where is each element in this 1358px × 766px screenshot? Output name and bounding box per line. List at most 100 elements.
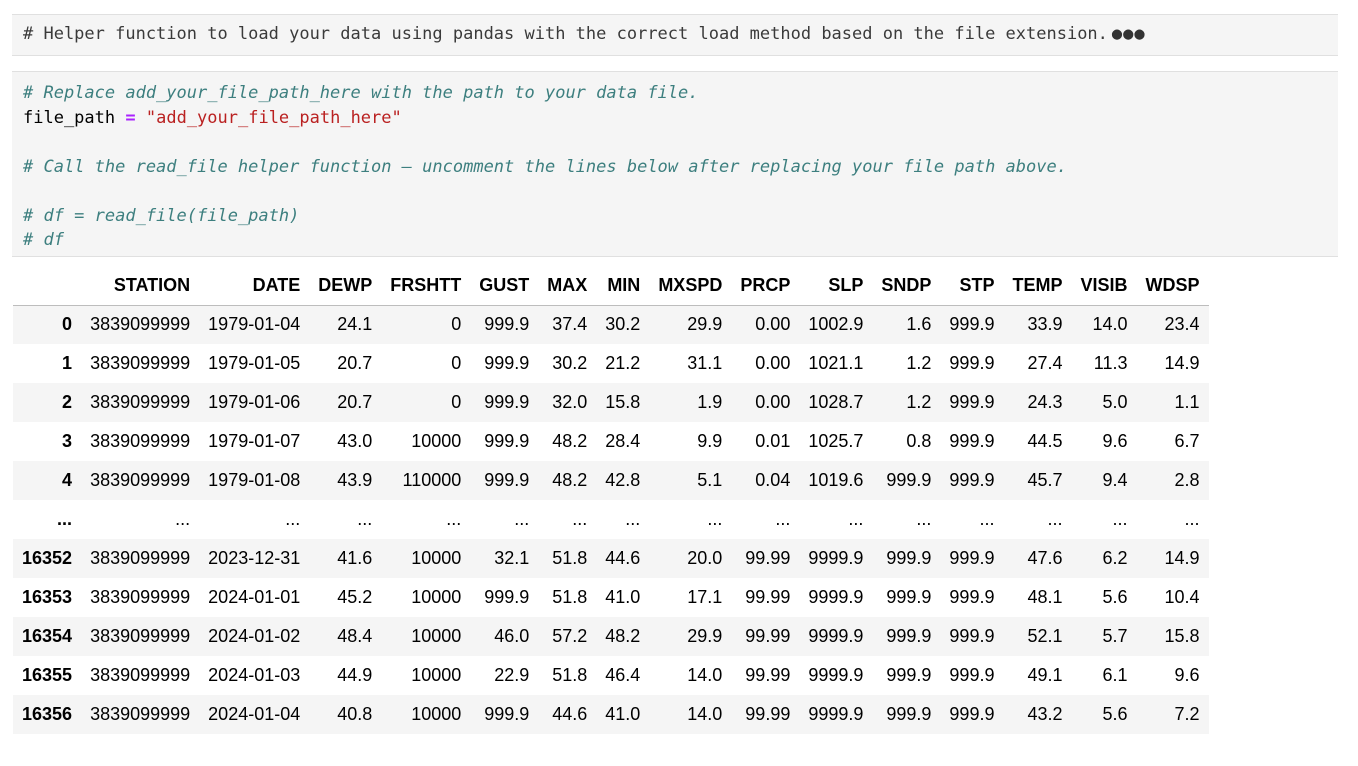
table-cell: 30.2 <box>605 314 641 335</box>
table-cell: 9999.9 <box>808 665 864 685</box>
table-cell: 110000 <box>402 470 462 490</box>
table-row: 16355 3839099999 2024-01-03 44.9 10000 22.9 51… <box>13 656 1209 695</box>
table-row: 1 3839099999 1979-01-05 20.7 0 999.9 30.2 21.2 3… <box>13 344 1209 383</box>
row-index: 2 <box>62 392 73 412</box>
table-cell: 6.7 <box>1174 431 1200 451</box>
table-cell: 999.9 <box>484 704 530 724</box>
table-cell: 20.7 <box>337 392 373 412</box>
table-cell: 99.99 <box>745 665 791 685</box>
table-cell: 1.2 <box>906 392 932 412</box>
table-cell: 1979-01-06 <box>208 392 301 412</box>
table-cell: 9999.9 <box>808 626 864 646</box>
table-cell: 9999.9 <box>808 587 864 607</box>
table-cell: 45.7 <box>1027 470 1063 490</box>
table-cell: 14.0 <box>1092 314 1128 335</box>
table-cell: 0.8 <box>906 431 932 451</box>
table-cell: 37.4 <box>552 314 588 335</box>
table-cell: 999.9 <box>484 353 530 373</box>
table-row: 16354 3839099999 2024-01-02 48.4 10000 46.0 57… <box>13 617 1209 656</box>
row-index: 16353 <box>22 587 73 607</box>
table-cell: 999.9 <box>949 704 995 724</box>
table-cell: 46.0 <box>494 626 530 646</box>
column-header-slp: SLP <box>799 266 873 306</box>
expand-ellipsis-icon[interactable]: ●●● <box>1112 24 1146 44</box>
table-cell: 24.3 <box>1027 392 1063 412</box>
table-row: 2 3839099999 1979-01-06 20.7 0 999.9 32.0 15.8 1… <box>13 383 1209 422</box>
row-index: ... <box>57 509 73 529</box>
table-cell: 10000 <box>411 587 462 607</box>
table-cell: 3839099999 <box>90 470 191 490</box>
table-cell: 9999.9 <box>808 548 864 568</box>
table-cell: 3839099999 <box>90 626 191 646</box>
table-cell: 1979-01-05 <box>208 353 301 373</box>
table-cell: 28.4 <box>605 431 641 451</box>
table-cell: 10000 <box>411 665 462 685</box>
df-comment: # df <box>23 230 64 250</box>
code-line-2: file_path = "add_your_file_path_here" <box>23 106 1327 131</box>
table-cell: 999.9 <box>949 548 995 568</box>
table-cell: 2024-01-02 <box>208 626 301 646</box>
table-cell: 1.6 <box>906 314 932 335</box>
table-cell: 9.4 <box>1102 470 1128 490</box>
collapsed-code-cell[interactable]: # Helper function to load your data usin… <box>12 14 1338 56</box>
table-cell: 10000 <box>411 431 462 451</box>
table-cell: 2024-01-01 <box>208 587 301 607</box>
table-cell: 3839099999 <box>90 587 191 607</box>
collapsed-cell-line: # Helper function to load your data usin… <box>23 24 1146 44</box>
table-cell: 0 <box>451 314 462 335</box>
table-cell: 2023-12-31 <box>208 548 301 568</box>
table-cell: 30.2 <box>552 353 588 373</box>
table-cell: 0.01 <box>755 431 791 451</box>
helper-comment: # Helper function to load your data usin… <box>23 24 1108 44</box>
table-cell: 42.8 <box>605 470 641 490</box>
table-cell: ... <box>625 509 641 529</box>
table-cell: 999.9 <box>949 470 995 490</box>
table-cell: 99.99 <box>745 548 791 568</box>
table-cell: 999.9 <box>886 470 932 490</box>
table-cell: 99.99 <box>745 626 791 646</box>
table-cell: 11.3 <box>1093 353 1128 373</box>
table-cell: ... <box>848 509 864 529</box>
table-cell: 999.9 <box>886 587 932 607</box>
table-cell: 22.9 <box>494 665 530 685</box>
table-cell: 0.00 <box>755 353 791 373</box>
table-cell: 14.9 <box>1164 353 1200 373</box>
table-cell: 32.0 <box>552 392 588 412</box>
code-cell[interactable]: # Replace add_your_file_path_here with t… <box>12 71 1338 257</box>
table-cell: ... <box>514 509 530 529</box>
table-cell: 15.8 <box>1164 626 1200 646</box>
row-index: 3 <box>62 431 73 451</box>
table-cell: ... <box>446 509 462 529</box>
table-cell: 999.9 <box>949 314 995 335</box>
table-cell: ... <box>1184 509 1200 529</box>
table-cell: 31.1 <box>687 353 723 373</box>
table-cell: 9999.9 <box>808 704 864 724</box>
table-cell: 3839099999 <box>90 548 191 568</box>
table-cell: 5.6 <box>1102 704 1128 724</box>
table-cell: 17.1 <box>687 587 723 607</box>
table-cell: 999.9 <box>949 665 995 685</box>
table-cell: 999.9 <box>484 314 530 335</box>
table-cell: 2.8 <box>1174 470 1200 490</box>
table-cell: 6.1 <box>1102 665 1128 685</box>
column-header-gust: GUST <box>470 266 539 306</box>
table-cell: 3839099999 <box>90 665 191 685</box>
table-cell: 29.9 <box>687 626 723 646</box>
table-cell: 3839099999 <box>90 353 191 373</box>
column-header-mxspd: MXSPD <box>649 266 732 306</box>
table-row: ........................................… <box>13 500 1209 539</box>
table-cell: 3839099999 <box>90 314 191 335</box>
table-cell: 20.0 <box>687 548 723 568</box>
table-cell: 44.6 <box>552 704 588 724</box>
table-cell: 14.0 <box>687 665 723 685</box>
file-path-variable: file_path <box>23 107 116 128</box>
assignment-operator: = <box>125 107 136 128</box>
table-cell: 41.6 <box>337 548 373 568</box>
table-cell: 20.7 <box>337 353 373 373</box>
table-cell: 999.9 <box>949 431 995 451</box>
column-header-dewp: DEWP <box>309 266 382 306</box>
column-header-wdsp: WDSP <box>1136 266 1209 306</box>
table-cell: ... <box>775 509 791 529</box>
table-cell: 44.9 <box>337 665 373 685</box>
table-cell: 48.2 <box>605 626 641 646</box>
